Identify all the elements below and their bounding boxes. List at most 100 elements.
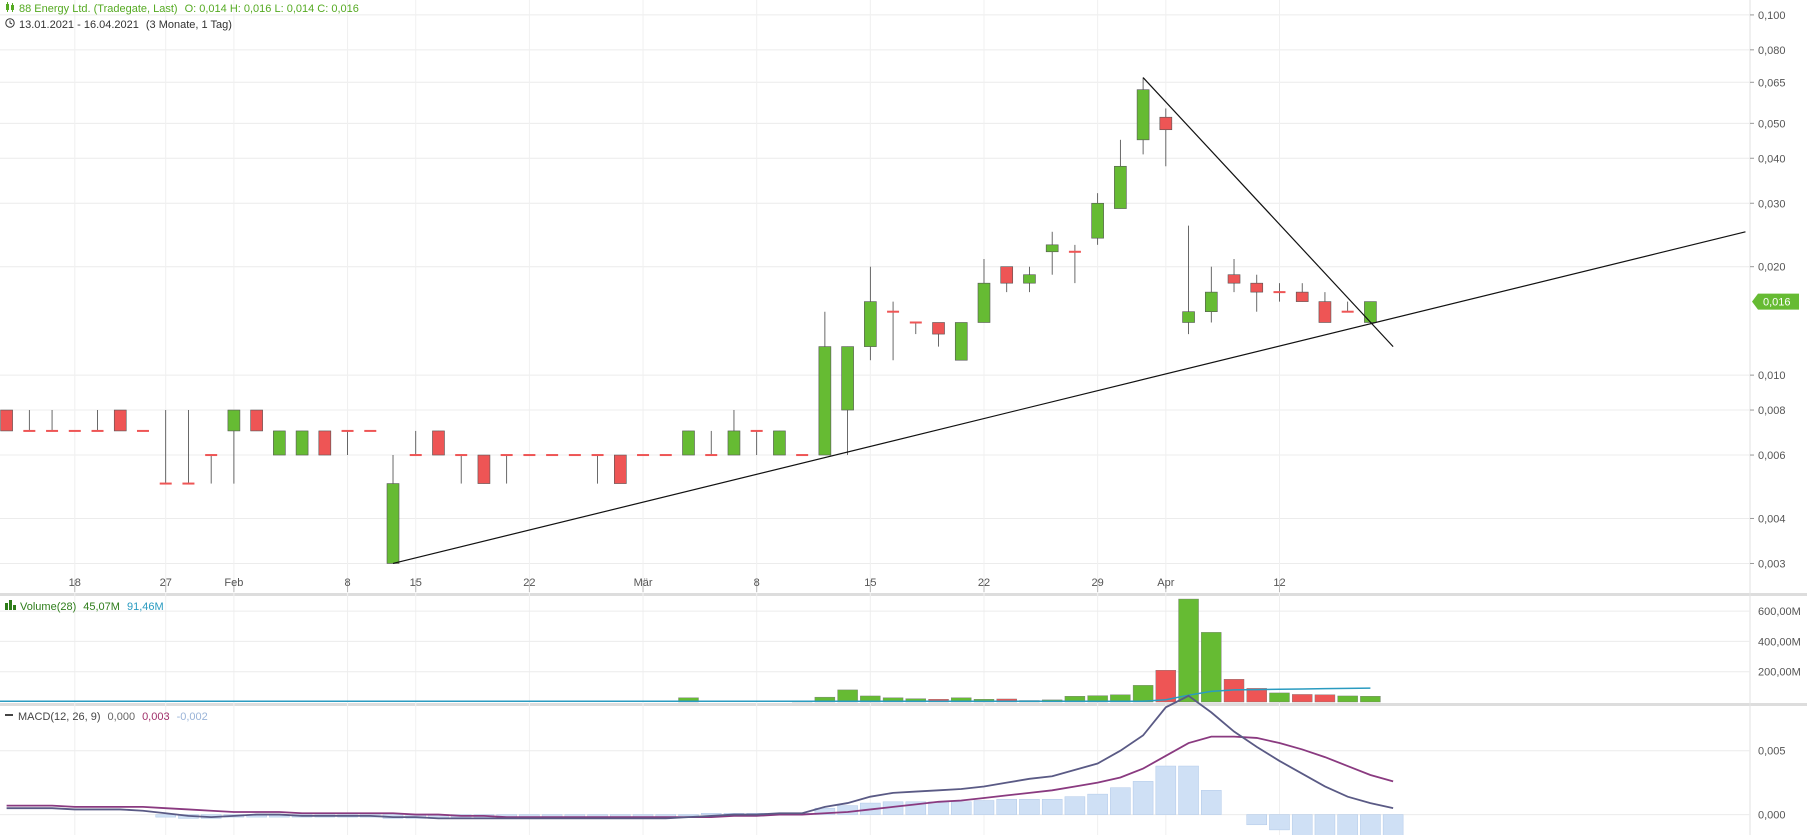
candle-body: [250, 409, 263, 432]
price-tick-label: 0,020: [1758, 262, 1786, 274]
price-tick-label: 0,065: [1758, 77, 1786, 89]
candle-body: [432, 430, 445, 456]
macd-hist-bar: [1019, 798, 1040, 815]
candle-body: [1045, 244, 1059, 253]
candle-body: [682, 430, 695, 456]
candle-body: [954, 322, 968, 361]
candle-body: [1250, 282, 1264, 293]
macd-hist-bar: [1360, 814, 1381, 840]
instrument-info: 88 Energy Ltd. (Tradegate, Last) O: 0,014…: [5, 2, 359, 16]
candle-body: [1159, 116, 1173, 131]
macd-hist-bar: [1087, 793, 1108, 815]
macd-legend: MACD(12, 26, 9) 0,000 0,003 -0,002: [5, 710, 208, 724]
x-tick-label: 15: [864, 577, 876, 589]
pane-separator: [0, 593, 1807, 596]
candle-body: [1204, 291, 1218, 312]
candle-body: [727, 430, 741, 456]
x-tick-label: 12: [1273, 577, 1285, 589]
macd-hist-bar: [1155, 765, 1177, 815]
candle-body: [1000, 266, 1014, 284]
candle-body: [0, 409, 13, 432]
candle-body: [477, 454, 491, 484]
candle-body: [1114, 165, 1127, 209]
candle-body: [386, 483, 400, 564]
volume-tick-label: 400,00M: [1758, 636, 1801, 648]
candle-body: [841, 346, 854, 411]
date-range: 13.01.2021 - 16.04.2021: [19, 19, 139, 31]
trendline: [392, 231, 1746, 565]
candle-body: [614, 454, 627, 484]
volume-ma-value: 91,46M: [126, 601, 164, 613]
candle-body: [227, 409, 241, 432]
macd-value: 0,000: [107, 711, 136, 723]
macd-hist-bar: [1246, 814, 1267, 826]
macd-hist-bar: [1178, 765, 1199, 815]
x-tick-label: 22: [978, 577, 990, 589]
macd-hist-bar: [1064, 796, 1086, 815]
x-tick-label: 27: [160, 577, 172, 589]
x-tick-label: 8: [344, 577, 350, 589]
last-price-label: 0,016: [1763, 297, 1791, 309]
volume-bar: [1178, 598, 1199, 703]
candle-body: [113, 409, 127, 432]
price-tick-label: 0,100: [1758, 10, 1786, 22]
price-tick-label: 0,080: [1758, 45, 1786, 57]
price-tick-label: 0,030: [1758, 198, 1786, 210]
price-tick-label: 0,004: [1758, 513, 1786, 525]
price-tick-label: 0,010: [1758, 370, 1786, 382]
volume-value: 45,07M: [83, 601, 120, 613]
candle-body: [1136, 89, 1150, 141]
candle-body: [1318, 301, 1332, 323]
trendline: [1142, 77, 1394, 348]
x-tick-label: 15: [410, 577, 422, 589]
candle-body: [977, 282, 991, 323]
volume-bar: [1360, 696, 1381, 703]
macd-hist-value: -0,002: [176, 711, 208, 723]
bar-chart-icon: [5, 600, 16, 614]
macd-hist-bar: [1041, 798, 1063, 815]
volume-bar: [1292, 694, 1313, 703]
volume-bar: [837, 689, 858, 703]
macd-hist-bar: [951, 801, 972, 815]
x-tick-label: Apr: [1157, 577, 1174, 589]
macd-hist-bar: [1110, 787, 1131, 815]
volume-bar: [1337, 695, 1358, 703]
candle-body: [1364, 301, 1377, 323]
clock-icon: [5, 18, 15, 32]
date-range-info: 13.01.2021 - 16.04.2021 (3 Monate, 1 Tag): [5, 18, 232, 32]
volume-label: Volume(28): [20, 601, 77, 613]
candle-body: [1182, 311, 1195, 323]
volume-tick-label: 600,00M: [1758, 606, 1801, 618]
candle-body: [773, 430, 786, 456]
chart-root: 0,003 0,004 0,006 0,008 0,010 0,020 0,030 0,040…: [0, 0, 1807, 840]
macd-hist-bar: [1132, 781, 1154, 815]
price-tick-label: 0,003: [1758, 558, 1786, 570]
volume-bars: [678, 598, 1381, 703]
candlestick-icon: [5, 2, 15, 16]
volume-tick-label: 200,00M: [1758, 667, 1801, 679]
pane-separator: [0, 703, 1807, 706]
macd-hist-bar: [1201, 790, 1222, 815]
candle-body: [1091, 202, 1104, 239]
macd-tick-label: 0,000: [1758, 810, 1786, 822]
macd-hist-bar: [1337, 814, 1358, 840]
volume-legend: Volume(28) 45,07M 91,46M: [5, 600, 164, 614]
volume-bar: [1132, 685, 1154, 703]
macd-hist-bar: [1269, 814, 1290, 831]
x-tick-label: Mär: [634, 577, 653, 589]
price-tick-label: 0,008: [1758, 405, 1786, 417]
macd-hist-bar: [1382, 814, 1404, 840]
volume-gridlines: 200,00M 400,00M 600,00M: [0, 606, 1801, 679]
volume-bar: [1155, 670, 1177, 703]
candle-body: [864, 301, 877, 347]
x-tick-label: 22: [523, 577, 535, 589]
macd-hist-bar: [700, 813, 722, 815]
macd-hist-bar: [678, 814, 699, 817]
price-tick-label: 0,040: [1758, 153, 1786, 165]
candle-body: [1227, 274, 1241, 284]
period: (3 Monate, 1 Tag): [145, 19, 232, 31]
macd-signal-value: 0,003: [142, 711, 170, 723]
volume-bar: [1269, 692, 1290, 703]
macd-histogram: [155, 765, 1404, 840]
instrument-name: 88 Energy Ltd. (Tradegate, Last): [19, 3, 178, 15]
